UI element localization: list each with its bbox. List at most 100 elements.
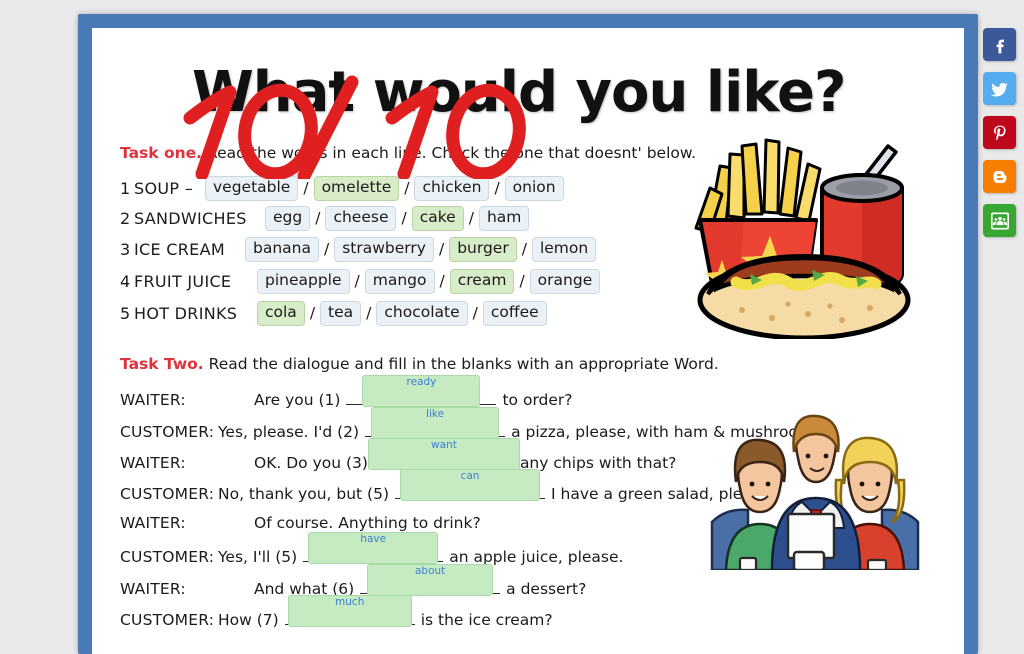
option-separator: / bbox=[439, 272, 445, 291]
dialogue-text-before: Yes, I'll (5) bbox=[218, 548, 298, 566]
dialogue-speaker: CUSTOMER: bbox=[120, 423, 215, 441]
answer-box[interactable]: have bbox=[308, 532, 439, 564]
answer-box[interactable]: about bbox=[367, 564, 494, 596]
dialogue-text-after: to order? bbox=[502, 391, 573, 409]
row-category: SANDWICHES bbox=[134, 208, 247, 228]
row-category: FRUIT JUICE bbox=[134, 271, 232, 291]
option-separator: / bbox=[323, 240, 330, 259]
dialogue-text-before: Are you (1) bbox=[254, 391, 341, 409]
row-number: 1 bbox=[120, 178, 131, 198]
option-separator: / bbox=[438, 240, 445, 259]
option[interactable]: chocolate bbox=[376, 301, 468, 326]
option-separator: / bbox=[404, 179, 410, 198]
share-button-pinterest[interactable] bbox=[983, 116, 1016, 149]
dialogue-blank[interactable]: have bbox=[303, 532, 444, 566]
option-separator: / bbox=[494, 179, 500, 198]
dialogue-text-after: any chips with that? bbox=[519, 454, 677, 472]
option[interactable]: egg bbox=[265, 206, 311, 231]
answer-box[interactable]: much bbox=[287, 595, 412, 627]
share-button-blogger[interactable] bbox=[983, 160, 1016, 193]
answer-box[interactable]: ready bbox=[362, 375, 481, 407]
task-one-label: Task one. bbox=[120, 144, 203, 162]
dialogue-speaker: WAITER: bbox=[120, 514, 186, 532]
worksheet-frame: What would you like? Task one. Read the … bbox=[78, 14, 978, 654]
option-separator: / bbox=[315, 209, 321, 228]
twitter-bird-icon bbox=[990, 79, 1010, 99]
dialogue-speaker: CUSTOMER: bbox=[120, 548, 215, 566]
task-one-row: 5 HOT DRINKS cola / tea / chocolate / coffee bbox=[120, 301, 548, 326]
task-one-row: 4 FRUIT JUICE pineapple / mango / cream / orange bbox=[120, 269, 601, 294]
option[interactable]: orange bbox=[529, 269, 601, 294]
social-share-rail bbox=[983, 28, 1016, 237]
option[interactable]: pineapple bbox=[257, 269, 350, 294]
row-category: ICE CREAM bbox=[134, 239, 225, 259]
option[interactable]: coffee bbox=[482, 301, 547, 326]
blogger-icon bbox=[990, 167, 1010, 187]
dialogue-row: WAITER: Of course. Anything to drink? bbox=[120, 514, 481, 532]
option[interactable]: cheese bbox=[325, 206, 397, 231]
answer-box[interactable]: want bbox=[367, 438, 520, 470]
dialogue-text-before: OK. Do you (3) bbox=[254, 454, 368, 472]
option[interactable]: ham bbox=[478, 206, 530, 231]
dialogue-text-before: Of course. Anything to drink? bbox=[254, 514, 481, 532]
option-selected[interactable]: burger bbox=[449, 237, 517, 262]
google-classroom-icon bbox=[988, 209, 1012, 233]
option-separator: / bbox=[354, 272, 360, 291]
dialogue-speaker: CUSTOMER: bbox=[120, 611, 215, 629]
option-separator: / bbox=[366, 304, 372, 323]
row-category: SOUP – bbox=[134, 178, 193, 198]
dialogue-text-before: Yes, please. I'd (2) bbox=[218, 423, 360, 441]
page-title: What would you like? bbox=[192, 60, 846, 125]
row-number: 5 bbox=[120, 303, 131, 323]
dialogue-row: WAITER: Are you (1) ready to order? bbox=[120, 375, 573, 409]
row-number: 4 bbox=[120, 271, 131, 291]
task-one-row: 1 SOUP – vegetable / omelette / chicken / onion bbox=[120, 176, 565, 201]
option[interactable]: chicken bbox=[414, 176, 490, 201]
option-selected[interactable]: cake bbox=[411, 206, 464, 231]
option[interactable]: onion bbox=[504, 176, 564, 201]
dialogue-text-before: No, thank you, but (5) bbox=[218, 485, 390, 503]
option-separator: / bbox=[472, 304, 478, 323]
option[interactable]: vegetable bbox=[205, 176, 299, 201]
option-selected[interactable]: omelette bbox=[313, 176, 400, 201]
answer-box[interactable]: can bbox=[400, 469, 541, 501]
dialogue-blank[interactable]: can bbox=[395, 469, 546, 503]
dialogue-row: CUSTOMER: No, thank you, but (5) can I have… bbox=[120, 469, 778, 503]
facebook-icon bbox=[990, 35, 1010, 55]
dialogue-row: WAITER: OK. Do you (3) want any chips with … bbox=[120, 438, 677, 472]
option-selected[interactable]: cream bbox=[449, 269, 515, 294]
dialogue-row: CUSTOMER: How (7) much is the ice cream? bbox=[120, 595, 553, 629]
dialogue-blank[interactable]: much bbox=[284, 595, 415, 629]
share-button-google-classroom[interactable] bbox=[983, 204, 1016, 237]
option[interactable]: tea bbox=[320, 301, 362, 326]
answer-box[interactable]: like bbox=[371, 407, 500, 439]
task-one-heading: Task one. Read the words in each line. C… bbox=[120, 144, 696, 162]
option-selected[interactable]: cola bbox=[257, 301, 305, 326]
task-two-heading: Task Two. Read the dialogue and fill in … bbox=[120, 355, 719, 373]
option-separator: / bbox=[303, 179, 309, 198]
dialogue-row: CUSTOMER: Yes, I'll (5) have an apple juice… bbox=[120, 532, 623, 566]
option-separator: / bbox=[401, 209, 407, 228]
option[interactable]: banana bbox=[245, 237, 319, 262]
row-category: HOT DRINKS bbox=[134, 303, 238, 323]
pinterest-icon bbox=[990, 123, 1010, 143]
share-button-twitter[interactable] bbox=[983, 72, 1016, 105]
task-one-instructions: Read the words in each line. Check the o… bbox=[207, 144, 697, 162]
dialogue-text-after: a dessert? bbox=[506, 580, 587, 598]
dialogue-blank[interactable]: ready bbox=[346, 375, 497, 409]
option[interactable]: strawberry bbox=[334, 237, 434, 262]
dialogue-speaker: WAITER: bbox=[120, 580, 186, 598]
row-number: 3 bbox=[120, 239, 131, 259]
share-button-facebook[interactable] bbox=[983, 28, 1016, 61]
option[interactable]: lemon bbox=[531, 237, 597, 262]
fast-food-clipart bbox=[694, 138, 911, 339]
option[interactable]: mango bbox=[364, 269, 435, 294]
worksheet-page: What would you like? Task one. Read the … bbox=[92, 28, 964, 654]
row-number: 2 bbox=[120, 208, 131, 228]
task-one-row: 3 ICE CREAM banana / strawberry / burger / lemon bbox=[120, 237, 597, 262]
dialogue-speaker: WAITER: bbox=[120, 391, 186, 409]
dialogue-speaker: CUSTOMER: bbox=[120, 485, 215, 503]
option-separator: / bbox=[519, 272, 525, 291]
dialogue-text-before: How (7) bbox=[218, 611, 279, 629]
option-separator: / bbox=[309, 304, 316, 323]
